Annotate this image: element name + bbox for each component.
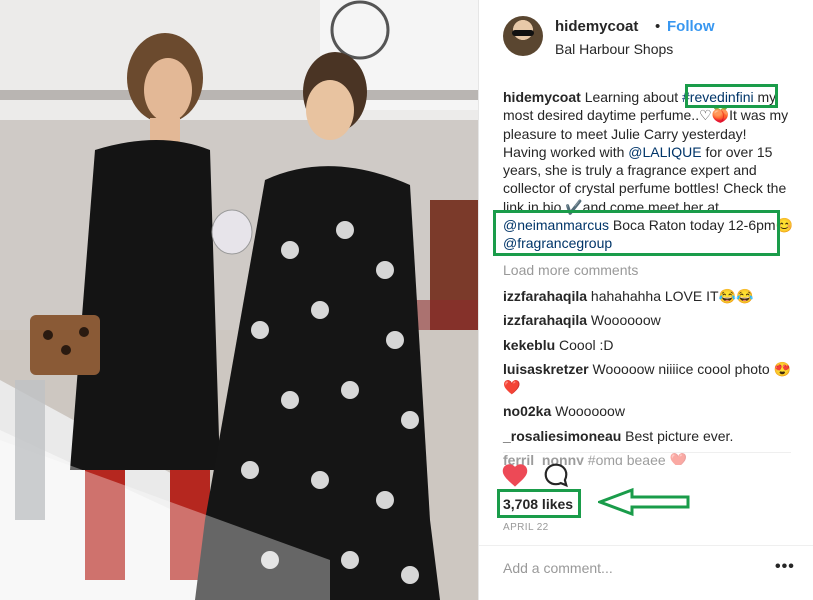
more-options-icon[interactable]: ••• <box>775 558 795 576</box>
post-caption: hidemycoat Learning about #revedinfini m… <box>503 88 793 253</box>
author-username[interactable]: hidemycoat <box>555 18 638 35</box>
comment-item: izzfarahaqila hahahahha LOVE IT😂😂 <box>503 287 793 305</box>
like-heart-icon[interactable] <box>501 462 529 488</box>
mention-link[interactable]: @fragrancegroup <box>503 235 612 251</box>
load-more-comments-button[interactable]: Load more comments <box>503 261 793 279</box>
post-date: APRIL 22 <box>503 522 549 533</box>
comment-text: Best picture ever. <box>621 427 734 444</box>
mention-link[interactable]: @LALIQUE <box>628 144 701 160</box>
comment-text: #omg beaee ❤️ <box>583 452 687 466</box>
comment-username[interactable]: kekeblu <box>503 337 555 353</box>
caption-text: Boca Raton today 12-6pm😊 <box>609 217 794 234</box>
comment-username[interactable]: izzfarahaqila <box>503 288 587 304</box>
header-separator: • <box>655 18 661 35</box>
comment-item: izzfarahaqila Woooooow <box>503 311 793 329</box>
store-scene-image <box>0 0 478 600</box>
avatar[interactable] <box>503 16 543 56</box>
divider <box>479 545 813 546</box>
caption-username[interactable]: hidemycoat <box>503 89 581 105</box>
caption-text: Learning about <box>580 89 683 105</box>
comment-text: Woooooow <box>551 403 625 420</box>
comment-item: kekeblu Coool :D <box>503 336 793 354</box>
annotation-arrow-icon <box>598 487 690 517</box>
divider <box>503 452 791 453</box>
likes-count[interactable]: 3,708 likes <box>503 496 573 512</box>
follow-button[interactable]: Follow <box>667 18 715 35</box>
comment-username[interactable]: _rosaliesimoneau <box>503 428 621 444</box>
comment-item: _rosaliesimoneau Best picture ever. <box>503 427 793 445</box>
hashtag-link[interactable]: #revedinfini <box>682 89 754 105</box>
comment-item: luisaskretzer Wooooow niiiice coool phot… <box>503 360 793 397</box>
comment-username[interactable]: no02ka <box>503 403 551 419</box>
mention-link[interactable]: @neimanmarcus <box>503 217 609 233</box>
comment-text: hahahahha LOVE IT😂😂 <box>587 287 754 304</box>
post-photo[interactable] <box>0 0 478 600</box>
add-comment-input[interactable]: Add a comment... <box>503 560 613 576</box>
comment-text: Woooooow <box>587 312 661 329</box>
location-link[interactable]: Bal Harbour Shops <box>555 41 673 57</box>
comment-bubble-icon[interactable] <box>543 462 569 488</box>
comment-username[interactable]: izzfarahaqila <box>503 312 587 328</box>
comments-section: hidemycoat Learning about #revedinfini m… <box>503 88 793 471</box>
comment-item: no02ka Woooooow <box>503 402 793 420</box>
comment-username[interactable]: luisaskretzer <box>503 361 589 377</box>
comment-text: Coool :D <box>555 336 614 353</box>
post-header: hidemycoat • Follow Bal Harbour Shops <box>479 0 813 80</box>
